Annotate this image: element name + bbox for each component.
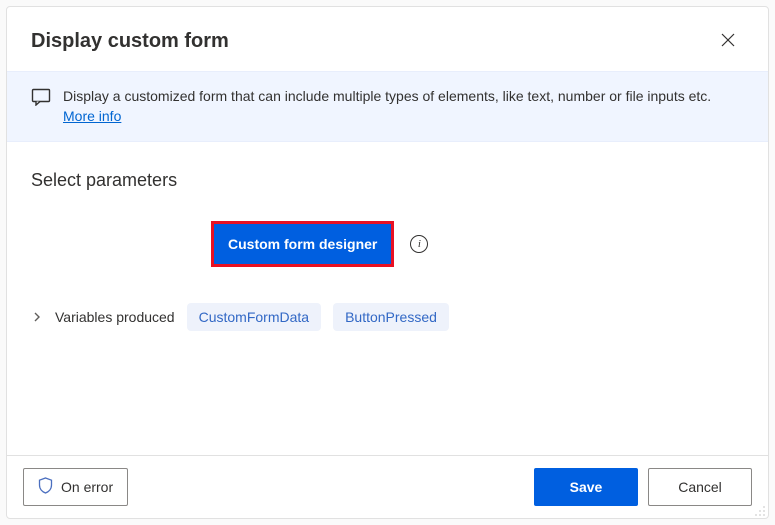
- dialog: Display custom form Display a customized…: [6, 6, 769, 519]
- cancel-button[interactable]: Cancel: [648, 468, 752, 506]
- variables-label: Variables produced: [55, 309, 175, 325]
- dialog-footer: On error Save Cancel: [7, 455, 768, 518]
- on-error-label: On error: [61, 479, 113, 495]
- on-error-button[interactable]: On error: [23, 468, 128, 506]
- chevron-right-icon[interactable]: [31, 311, 43, 323]
- highlight-box: Custom form designer: [211, 221, 394, 267]
- footer-actions: Save Cancel: [534, 468, 752, 506]
- comment-icon: [31, 88, 51, 111]
- content-area: Select parameters Custom form designer i…: [7, 142, 768, 455]
- close-icon: [721, 33, 735, 50]
- dialog-header: Display custom form: [7, 7, 768, 71]
- info-banner: Display a customized form that can inclu…: [7, 71, 768, 142]
- variables-row: Variables produced CustomFormData Button…: [31, 303, 744, 331]
- close-button[interactable]: [712, 25, 744, 57]
- designer-row: Custom form designer i: [211, 221, 744, 267]
- dialog-title: Display custom form: [31, 30, 229, 53]
- more-info-link[interactable]: More info: [63, 108, 121, 124]
- info-description: Display a customized form that can inclu…: [63, 88, 711, 104]
- save-button[interactable]: Save: [534, 468, 638, 506]
- chip-buttonpressed[interactable]: ButtonPressed: [333, 303, 449, 331]
- info-text: Display a customized form that can inclu…: [63, 86, 744, 127]
- info-icon[interactable]: i: [410, 235, 428, 253]
- chip-customformdata[interactable]: CustomFormData: [187, 303, 321, 331]
- resize-grip-icon[interactable]: [754, 504, 766, 516]
- section-title: Select parameters: [31, 170, 744, 191]
- custom-form-designer-button[interactable]: Custom form designer: [214, 224, 391, 264]
- shield-icon: [38, 477, 53, 497]
